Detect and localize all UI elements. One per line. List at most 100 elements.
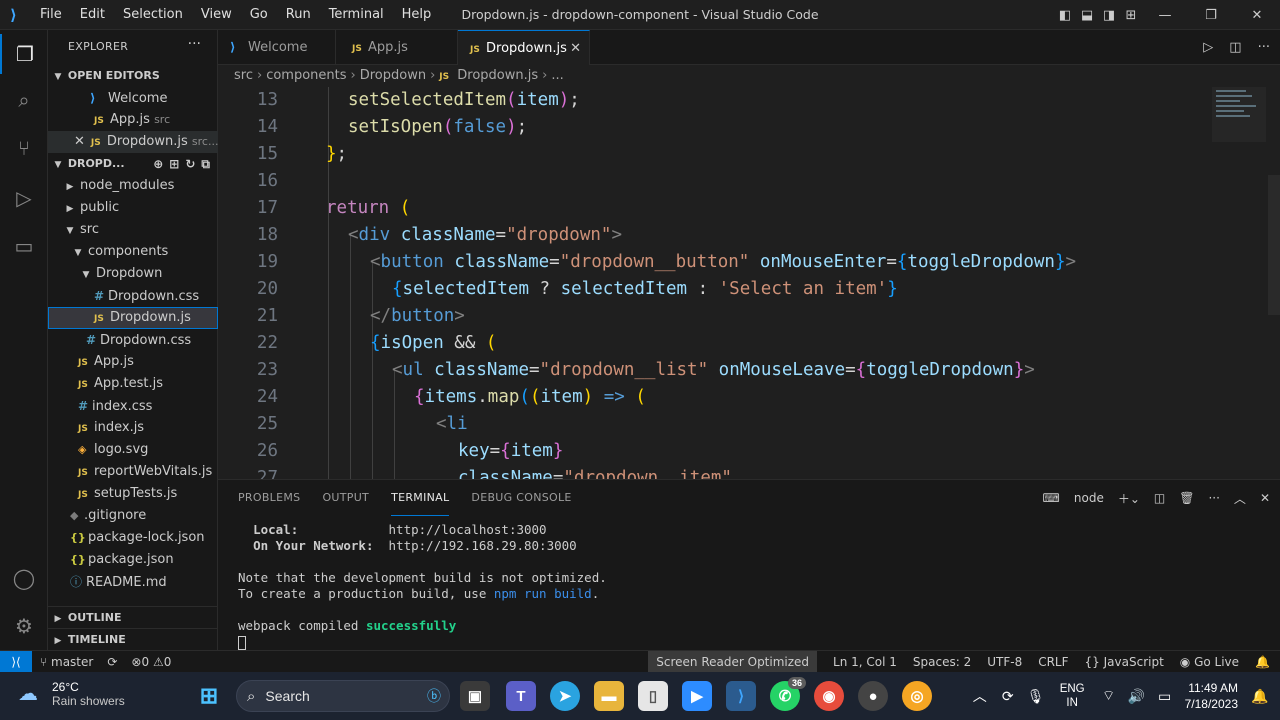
remote-indicator-icon[interactable]: ⟩⟨ [0,651,32,673]
menu-help[interactable]: Help [402,7,432,22]
tree-file[interactable]: # Dropdown.css [48,329,218,351]
whatsapp-icon[interactable]: ✆ 36 [770,677,806,711]
vscode-taskbar-icon[interactable]: ⟩ [726,681,756,711]
tree-file[interactable]: # Dropdown.css [48,285,218,307]
cursor-position[interactable]: Ln 1, Col 1 [833,651,897,673]
customize-layout-icon[interactable]: ⊞ [1120,8,1142,23]
breadcrumb-item[interactable]: components [266,68,346,83]
tab-output[interactable]: OUTPUT [322,480,369,516]
terminal-cursor-line[interactable] [238,634,246,650]
file-icon[interactable]: ▯ [638,681,668,711]
menu-edit[interactable]: Edit [80,7,105,22]
tree-file[interactable]: JS reportWebVitals.js [48,461,218,483]
clock[interactable]: 11:49 AM 7/18/2023 [1185,680,1238,712]
menu-file[interactable]: File [40,7,62,22]
breadcrumb-item[interactable]: src [234,68,253,83]
go-live-button[interactable]: ◉ Go Live [1180,651,1239,673]
project-section[interactable]: ▼ DROPD... ⊕ ⊞ ↻ ⧉ [48,153,218,175]
zoom-icon[interactable]: ▶ [682,681,712,711]
notifications-icon[interactable]: 🔔 [1246,688,1274,705]
tree-folder[interactable]: ▼ Dropdown [48,263,218,285]
notifications-bell-icon[interactable]: 🔔 [1255,651,1270,673]
collapse-all-icon[interactable]: ⧉ [201,153,210,175]
toggle-secondary-sidebar-icon[interactable]: ◨ [1098,8,1120,23]
terminal-name[interactable]: node [1074,491,1104,505]
telegram-icon[interactable]: ➤ [550,681,580,711]
encoding[interactable]: UTF-8 [987,651,1022,673]
tree-file[interactable]: ◈ logo.svg [48,439,218,461]
tree-file[interactable]: {} package.json [48,549,218,571]
breadcrumb-item[interactable]: Dropdown [360,68,426,83]
tree-file[interactable]: # index.css [48,395,218,417]
terminal-scrollbar[interactable] [1270,520,1278,648]
menu-go[interactable]: Go [250,7,268,22]
settings-gear-icon[interactable]: ⚙ [0,606,48,646]
tree-file[interactable]: JS App.test.js [48,373,218,395]
teams-icon[interactable]: T [506,681,536,711]
menu-selection[interactable]: Selection [123,7,183,22]
open-editor-item[interactable]: ✕ JS Dropdown.js src... [48,131,218,153]
tab-debug-console[interactable]: DEBUG CONSOLE [471,480,571,516]
toggle-panel-icon[interactable]: ⬓ [1076,8,1098,23]
tree-file[interactable]: JS App.js [48,351,218,373]
windows-start-icon[interactable]: ⊞ [194,681,224,711]
new-terminal-icon[interactable]: ＋⌄ [1118,490,1140,507]
tree-file[interactable]: JS Dropdown.js [48,307,218,329]
end-of-line[interactable]: CRLF [1038,651,1068,673]
task-view-icon[interactable]: ▣ [460,681,490,711]
new-folder-icon[interactable]: ⊞ [169,153,179,175]
editor-scrollbar[interactable] [1268,175,1280,315]
code-editor[interactable]: 13 setSelectedItem(item); 14 setIsOpen(fal… [218,87,1280,479]
explorer-icon[interactable]: ❐ [0,34,48,74]
battery-icon[interactable]: ▭ [1151,688,1179,705]
breadcrumb-item[interactable]: ... [551,68,563,83]
browser-icon[interactable]: ◎ [902,681,932,711]
input-language[interactable]: ENG IN [1060,682,1085,710]
timeline-section[interactable]: ▶ TIMELINE [48,628,218,650]
source-control-icon[interactable]: ⑂ [0,128,48,168]
account-icon[interactable]: ◯ [0,558,48,598]
tab-welcome[interactable]: ⟩ Welcome [218,30,336,65]
tree-file[interactable]: JS setupTests.js [48,483,218,505]
wifi-icon[interactable]: ⌔ [1095,687,1123,705]
tree-file[interactable]: ◆ .gitignore [48,505,218,527]
menu-run[interactable]: Run [286,7,311,22]
chevron-up-icon[interactable]: ︿ [966,686,994,706]
tab-terminal[interactable]: TERMINAL [391,480,450,516]
tree-folder[interactable]: ▼ components [48,241,218,263]
close-panel-icon[interactable]: ✕ [1260,491,1270,505]
sync-tray-icon[interactable]: ⟳ [994,688,1022,705]
tree-file[interactable]: JS index.js [48,417,218,439]
open-editor-item[interactable]: JS App.js src [48,109,218,131]
tree-folder[interactable]: ▶ public [48,197,218,219]
close-tab-icon[interactable]: ✕ [570,31,581,66]
minimize-icon[interactable]: — [1142,8,1188,23]
obs-icon[interactable]: ● [858,681,888,711]
tree-folder[interactable]: ▶ node_modules [48,175,218,197]
weather-widget[interactable]: ☁ 26°C Rain showers [18,680,125,708]
close-window-icon[interactable]: ✕ [1234,8,1280,23]
maximize-panel-icon[interactable]: ︿ [1234,490,1246,507]
microphone-icon[interactable]: 🎙 [1022,688,1050,705]
tree-folder[interactable]: ▼ src [48,219,218,241]
close-icon[interactable]: ✕ [74,134,85,149]
new-file-icon[interactable]: ⊕ [153,153,163,175]
toggle-primary-sidebar-icon[interactable]: ◧ [1054,8,1076,23]
problems-indicator[interactable]: ⊗0 ⚠0 [131,651,171,673]
more-actions-icon[interactable]: ··· [1208,491,1219,505]
more-actions-icon[interactable]: ··· [188,36,201,52]
local-url[interactable]: http://localhost:3000 [389,522,547,537]
tree-file[interactable]: ⓘ README.md [48,571,218,593]
menu-view[interactable]: View [201,7,232,22]
minimap[interactable] [1212,87,1266,142]
language-mode[interactable]: {} JavaScript [1085,651,1164,673]
more-actions-icon[interactable]: ··· [1258,40,1270,55]
tab-app-js[interactable]: JS App.js [336,30,458,65]
run-debug-icon[interactable]: ▷ [0,178,48,218]
sync-icon[interactable]: ⟳ [107,651,117,673]
tab-dropdown-js[interactable]: JS Dropdown.js ✕ [458,30,590,65]
tab-problems[interactable]: PROBLEMS [238,480,300,516]
chrome-icon[interactable]: ◉ [814,681,844,711]
split-editor-icon[interactable]: ◫ [1229,40,1241,55]
volume-icon[interactable]: 🔊 [1123,688,1151,705]
